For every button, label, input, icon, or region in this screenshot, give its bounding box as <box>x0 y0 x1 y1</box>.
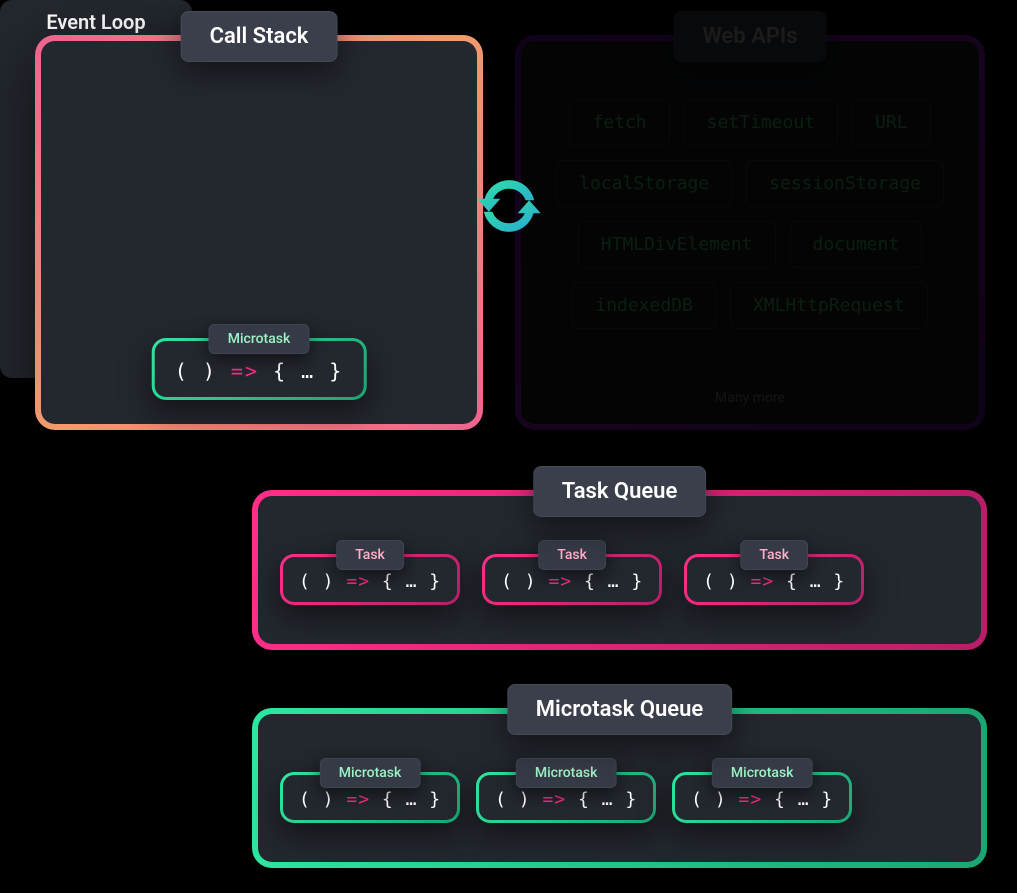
call-stack-body: Microtask ( ) => { … } <box>41 41 477 424</box>
event-loop-diagram: Microtask ( ) => { … } Call Stack fetch … <box>0 0 1017 893</box>
web-apis-panel: fetch setTimeout URL localStorage sessio… <box>515 35 985 430</box>
task-queue-title: Task Queue <box>533 466 707 517</box>
task-item: Task ( ) => { … } <box>280 554 460 605</box>
frame-code: ( ) => { … } <box>175 359 344 383</box>
api-item: HTMLDivElement <box>578 221 776 268</box>
microtask-queue-title: Microtask Queue <box>507 684 733 735</box>
web-apis-grid: fetch setTimeout URL localStorage sessio… <box>547 99 953 329</box>
task-chip: Task <box>740 540 808 570</box>
web-apis-title: Web APIs <box>673 11 826 62</box>
microtask-item: Microtask ( ) => { … } <box>476 772 656 823</box>
api-item: document <box>790 221 923 268</box>
task-chip: Task <box>538 540 606 570</box>
api-item: localStorage <box>556 160 732 207</box>
microtask-code: ( ) => { … } <box>691 789 833 810</box>
microtask-item: Microtask ( ) => { … } <box>672 772 852 823</box>
microtask-code: ( ) => { … } <box>299 789 441 810</box>
call-stack-panel: Microtask ( ) => { … } Call Stack <box>35 35 483 430</box>
microtask-item: Microtask ( ) => { … } <box>280 772 460 823</box>
task-code: ( ) => { … } <box>299 571 441 592</box>
task-item: Task ( ) => { … } <box>684 554 864 605</box>
api-item: fetch <box>569 99 669 146</box>
microtask-chip: Microtask <box>712 758 813 788</box>
api-item: sessionStorage <box>746 160 944 207</box>
call-stack-title: Call Stack <box>181 11 338 62</box>
api-item: setTimeout <box>684 99 838 146</box>
api-item: XMLHttpRequest <box>730 282 928 329</box>
microtask-queue-body: Microtask ( ) => { … } Microtask ( ) => … <box>258 714 981 862</box>
frame-chip: Microtask <box>209 324 310 354</box>
microtask-chip: Microtask <box>320 758 421 788</box>
task-chip: Task <box>336 540 404 570</box>
api-item: indexedDB <box>572 282 716 329</box>
event-loop-title: Event Loop <box>0 0 192 34</box>
web-apis-body: fetch setTimeout URL localStorage sessio… <box>521 41 979 424</box>
task-code: ( ) => { … } <box>501 571 643 592</box>
web-apis-more: Many more <box>521 390 979 406</box>
task-queue-body: Task ( ) => { … } Task ( ) => { … } Task… <box>258 496 981 644</box>
task-queue-panel: Task ( ) => { … } Task ( ) => { … } Task… <box>252 490 987 650</box>
microtask-chip: Microtask <box>516 758 617 788</box>
microtask-queue-panel: Microtask ( ) => { … } Microtask ( ) => … <box>252 708 987 868</box>
task-item: Task ( ) => { … } <box>482 554 662 605</box>
microtask-code: ( ) => { … } <box>495 789 637 810</box>
task-code: ( ) => { … } <box>703 571 845 592</box>
loop-icon <box>473 170 545 242</box>
call-stack-frame: Microtask ( ) => { … } <box>152 338 367 400</box>
api-item: URL <box>852 99 931 146</box>
